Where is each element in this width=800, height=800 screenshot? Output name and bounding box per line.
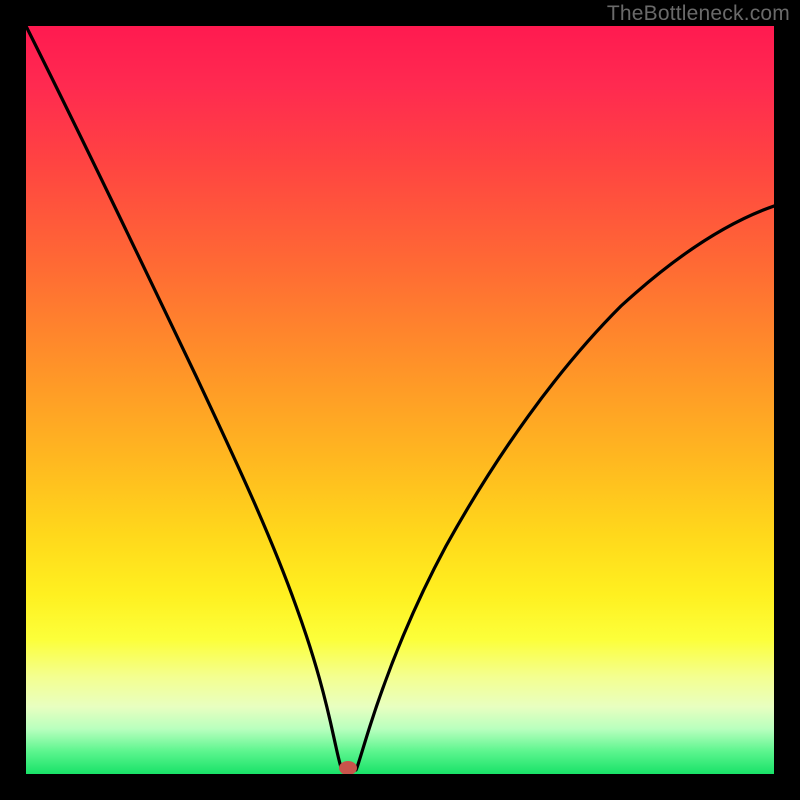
- plot-area: [26, 26, 774, 774]
- chart-frame: TheBottleneck.com: [0, 0, 800, 800]
- curve-path: [26, 26, 774, 771]
- bottleneck-curve: [26, 26, 774, 774]
- curve-minimum-marker: [339, 761, 357, 774]
- watermark-text: TheBottleneck.com: [607, 2, 790, 26]
